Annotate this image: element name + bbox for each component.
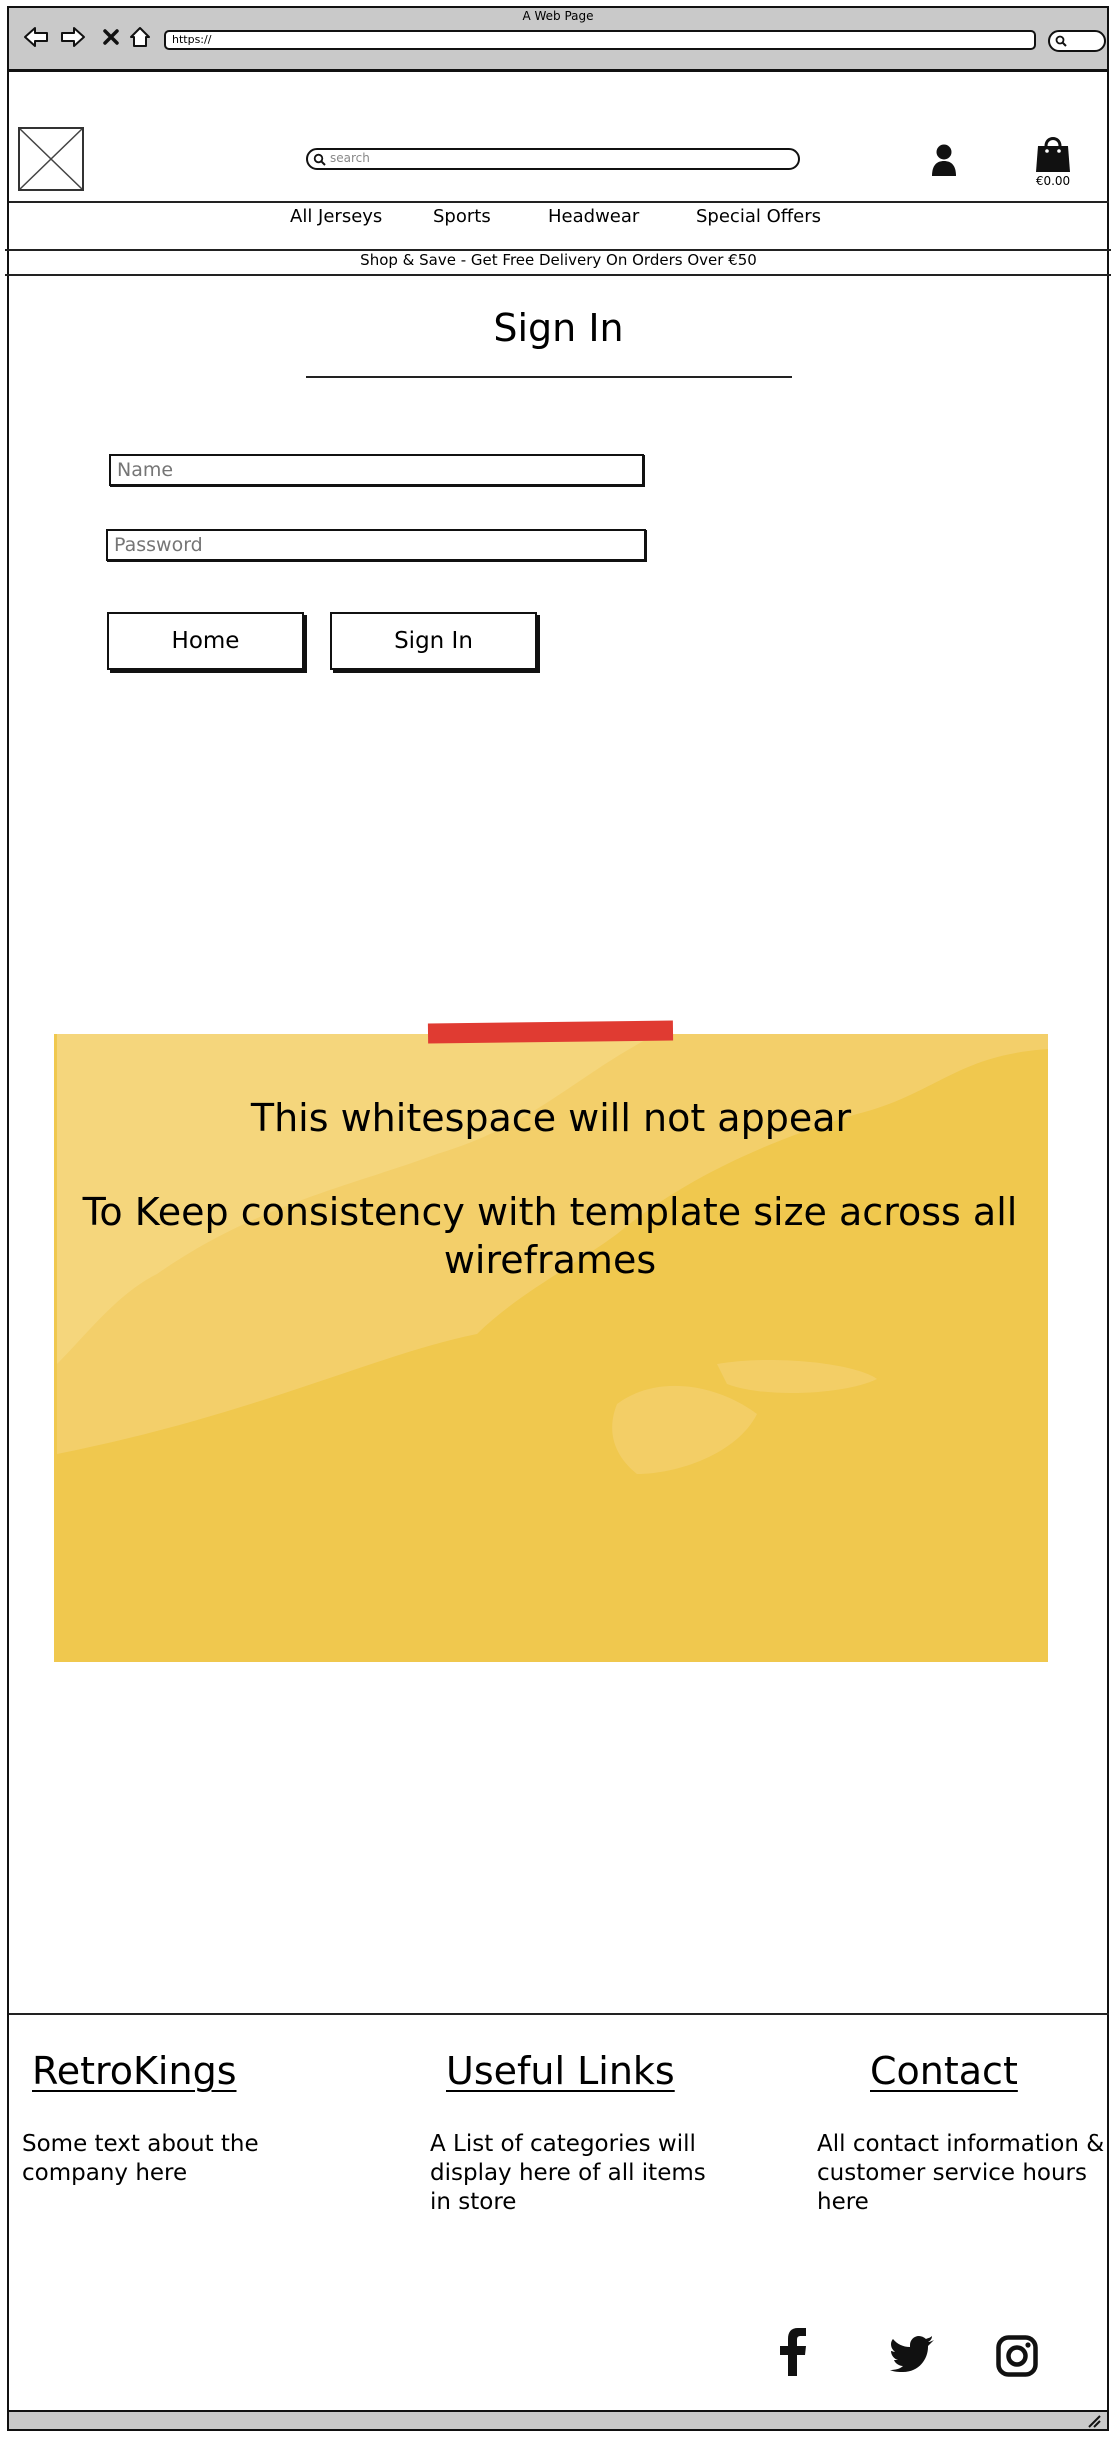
footer-heading-useful-links: Useful Links <box>446 2049 675 2093</box>
search-icon <box>1055 35 1067 47</box>
note-heading: This whitespace will not appear <box>250 1096 852 1140</box>
footer-heading-contact: Contact <box>870 2049 1018 2093</box>
resize-grip-icon[interactable] <box>1087 2414 1101 2428</box>
cart-total: €0.00 <box>1035 174 1071 188</box>
window-title: A Web Page <box>522 9 594 23</box>
address-bar[interactable]: https:// <box>164 30 1036 50</box>
facebook-icon[interactable] <box>778 2328 808 2380</box>
footer-about-text: Some text about the company here <box>22 2131 259 2186</box>
shopping-bag-button[interactable]: €0.00 <box>1030 134 1076 188</box>
search-icon <box>313 153 326 166</box>
title-underline <box>306 376 792 378</box>
header-divider <box>9 201 1109 203</box>
nav-item-all-jerseys[interactable]: All Jerseys <box>290 206 382 230</box>
footer-links-text: A List of categories will display here o… <box>430 2131 706 2215</box>
promo-banner: Shop & Save - Get Free Delivery On Order… <box>360 251 757 269</box>
browser-search-field[interactable] <box>1048 30 1106 52</box>
home-button[interactable]: Home <box>107 612 304 670</box>
nav-item-sports[interactable]: Sports <box>433 206 491 230</box>
footer-divider <box>9 2013 1109 2015</box>
nav-item-headwear[interactable]: Headwear <box>548 206 639 230</box>
instagram-icon[interactable] <box>996 2335 1038 2381</box>
home-icon[interactable] <box>127 24 153 50</box>
name-field[interactable] <box>109 454 644 486</box>
search-placeholder: search <box>330 151 370 165</box>
footer-contact-text: All contact information & customer servi… <box>817 2131 1105 2215</box>
browser-status-bar <box>7 2410 1109 2431</box>
password-field[interactable] <box>106 529 646 561</box>
user-account-icon[interactable] <box>929 143 959 177</box>
search-input[interactable]: search <box>306 148 800 170</box>
sign-in-button[interactable]: Sign In <box>330 612 537 670</box>
shopping-bag-icon <box>1036 137 1070 172</box>
nav-item-special-offers[interactable]: Special Offers <box>696 206 821 230</box>
footer-heading-retrokings: RetroKings <box>32 2049 237 2093</box>
promo-divider <box>5 274 1111 276</box>
forward-arrow-icon[interactable] <box>60 24 86 50</box>
logo-placeholder[interactable] <box>18 127 84 191</box>
page-title: Sign In <box>493 306 624 350</box>
twitter-icon[interactable] <box>890 2336 934 2376</box>
tape-strip <box>427 1020 674 1044</box>
browser-chrome: A Web Page https:// <box>7 6 1109 72</box>
stop-icon[interactable] <box>98 24 124 50</box>
back-arrow-icon[interactable] <box>23 24 49 50</box>
note-body: To Keep consistency with template size a… <box>82 1190 1018 1282</box>
